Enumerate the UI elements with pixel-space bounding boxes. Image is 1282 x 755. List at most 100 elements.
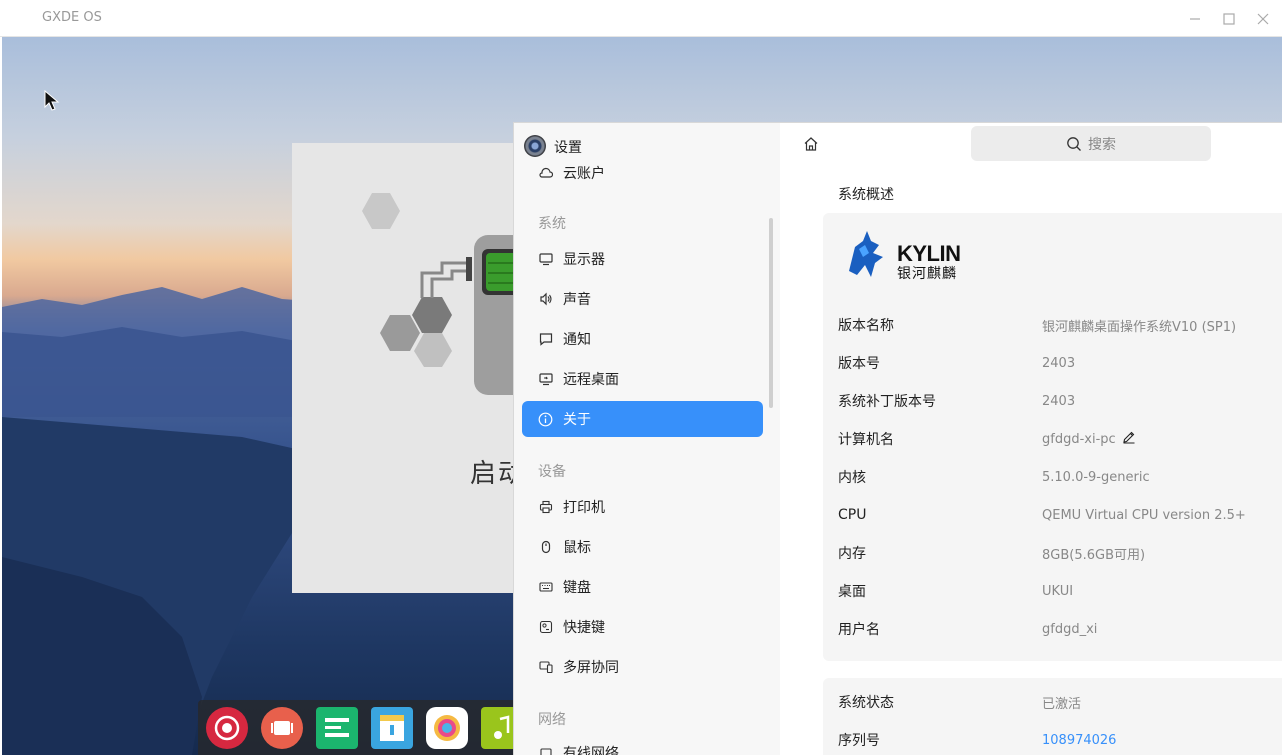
sidebar-item-label: 鼠标 <box>563 540 591 556</box>
sidebar-item-label: 声音 <box>563 292 591 308</box>
close-button[interactable] <box>1252 8 1274 30</box>
sidebar-item-mouse[interactable]: 鼠标 <box>522 529 763 565</box>
settings-header: 设置 <box>514 123 780 165</box>
sidebar-item-multiscreen[interactable]: 多屏协同 <box>522 649 763 685</box>
home-icon <box>804 137 818 151</box>
row-label: 系统补丁版本号 <box>838 394 936 410</box>
row-value: 2403 <box>1042 355 1076 371</box>
sidebar-item-label: 打印机 <box>563 500 605 516</box>
info-row-memory: 内存 8GB(5.6GB可用) <box>838 534 1282 572</box>
home-button[interactable] <box>802 135 820 153</box>
settings-title: 设置 <box>554 140 582 156</box>
info-row-hostname: 计算机名 gfdgd-xi-pc <box>838 420 1282 458</box>
settings-window: 设置 云账户 系统 显示器 声音 通知 远程桌面 关于 设备 打印机 鼠标 键盘… <box>513 122 1282 755</box>
sidebar-item-label: 多屏协同 <box>563 660 619 676</box>
minimize-icon <box>1190 18 1200 20</box>
sidebar-item-label: 关于 <box>563 412 591 428</box>
taskbar <box>198 700 528 755</box>
row-value: 8GB(5.6GB可用) <box>1042 547 1146 563</box>
info-row-cpu: CPU QEMU Virtual CPU version 2.5+ <box>838 496 1282 534</box>
row-value: 5.10.0-9-generic <box>1042 469 1150 485</box>
remote-desktop-icon <box>538 372 553 387</box>
row-value: UKUI <box>1042 583 1074 599</box>
speaker-icon <box>538 292 553 307</box>
sidebar-item-keyboard[interactable]: 键盘 <box>522 569 763 605</box>
overview-card: KYLIN 银河麒麟 版本名称 银河麒麟桌面操作系统V10 (SP1) 版本号 … <box>823 213 1282 661</box>
search-icon <box>1067 136 1081 151</box>
info-icon <box>538 412 553 427</box>
maximize-icon <box>1223 13 1235 25</box>
hostname-value: gfdgd-xi-pc <box>1042 431 1116 447</box>
sidebar-group-system: 系统 <box>538 216 566 232</box>
info-row-version-name: 版本名称 银河麒麟桌面操作系统V10 (SP1) <box>838 306 1282 344</box>
sidebar-group-network: 网络 <box>538 712 566 728</box>
sidebar-item-sound[interactable]: 声音 <box>522 281 763 317</box>
sidebar-item-label: 云账户 <box>563 166 605 182</box>
sidebar-item-remote-desktop[interactable]: 远程桌面 <box>522 361 763 397</box>
row-label: 用户名 <box>838 622 880 638</box>
row-label: 版本号 <box>838 356 880 372</box>
sidebar-scrollbar[interactable] <box>769 218 773 408</box>
monitor-icon <box>538 252 553 267</box>
info-row-patch-version: 系统补丁版本号 2403 <box>838 382 1282 420</box>
cloud-icon <box>538 166 553 181</box>
sidebar-item-label: 有线网络 <box>563 746 619 755</box>
info-row-desktop: 桌面 UKUI <box>838 572 1282 610</box>
maximize-button[interactable] <box>1218 8 1240 30</box>
outer-titlebar: GXDE OS <box>0 0 1282 37</box>
logo-subtext: 银河麒麟 <box>897 266 957 282</box>
info-row-kernel: 内核 5.10.0-9-generic <box>838 458 1282 496</box>
taskbar-multitask-icon[interactable] <box>261 706 303 749</box>
outer-window-title: GXDE OS <box>42 10 102 25</box>
info-row-username: 用户名 gfdgd_xi <box>838 610 1282 648</box>
search-placeholder: 搜索 <box>1088 136 1116 153</box>
ethernet-icon <box>538 746 553 755</box>
sidebar-item-about[interactable]: 关于 <box>522 401 763 437</box>
minimize-button[interactable] <box>1184 8 1206 30</box>
sidebar-item-label: 键盘 <box>563 580 591 596</box>
row-value: QEMU Virtual CPU version 2.5+ <box>1042 507 1246 523</box>
mouse-cursor-icon <box>44 90 60 111</box>
sidebar-group-devices: 设备 <box>538 464 566 480</box>
overview-title: 系统概述 <box>838 187 894 203</box>
printer-icon <box>538 500 553 515</box>
sidebar-item-label: 远程桌面 <box>563 372 619 388</box>
taskbar-file-manager-icon[interactable] <box>316 706 358 749</box>
shortcut-icon <box>538 620 553 635</box>
sidebar-item-printer[interactable]: 打印机 <box>522 489 763 525</box>
row-value: gfdgd-xi-pc <box>1042 430 1136 448</box>
row-label: 计算机名 <box>838 432 894 448</box>
row-label: 版本名称 <box>838 318 894 334</box>
sidebar-item-label: 显示器 <box>563 252 605 268</box>
chip-illustration-icon <box>362 193 532 395</box>
swirl-icon <box>214 715 240 740</box>
row-label: 内核 <box>838 470 866 486</box>
mouse-icon <box>538 540 553 555</box>
search-box[interactable]: 搜索 <box>971 126 1211 161</box>
row-label: 内存 <box>838 546 866 562</box>
row-value: 银河麒麟桌面操作系统V10 (SP1) <box>1042 319 1237 335</box>
message-icon <box>538 332 553 347</box>
row-value: 2403 <box>1042 393 1076 409</box>
row-label: 桌面 <box>838 584 866 600</box>
row-value: gfdgd_xi <box>1042 621 1098 637</box>
sidebar-item-display[interactable]: 显示器 <box>522 241 763 277</box>
taskbar-browser-icon[interactable] <box>426 706 468 749</box>
serial-number-link[interactable]: 108974026 <box>1042 733 1116 748</box>
pencil-icon <box>1122 431 1135 444</box>
sidebar-item-shortcuts[interactable]: 快捷键 <box>522 609 763 645</box>
sidebar-item-label: 快捷键 <box>563 620 605 636</box>
edit-hostname-button[interactable] <box>1122 430 1136 448</box>
row-label: CPU <box>838 507 867 523</box>
info-row-serial: 序列号 108974026 <box>838 721 1282 755</box>
info-row-system-status: 系统状态 已激活 <box>838 683 1282 721</box>
taskbar-launcher-icon[interactable] <box>206 706 248 749</box>
settings-app-icon <box>524 135 546 157</box>
keyboard-icon <box>538 580 553 595</box>
taskbar-store-icon[interactable] <box>371 706 413 749</box>
row-label: 序列号 <box>838 733 880 749</box>
sidebar-item-label: 通知 <box>563 332 591 348</box>
sidebar-item-wired-network[interactable]: 有线网络 <box>522 735 763 755</box>
sidebar-item-notifications[interactable]: 通知 <box>522 321 763 357</box>
splash-card: 启动 <box>292 143 532 593</box>
